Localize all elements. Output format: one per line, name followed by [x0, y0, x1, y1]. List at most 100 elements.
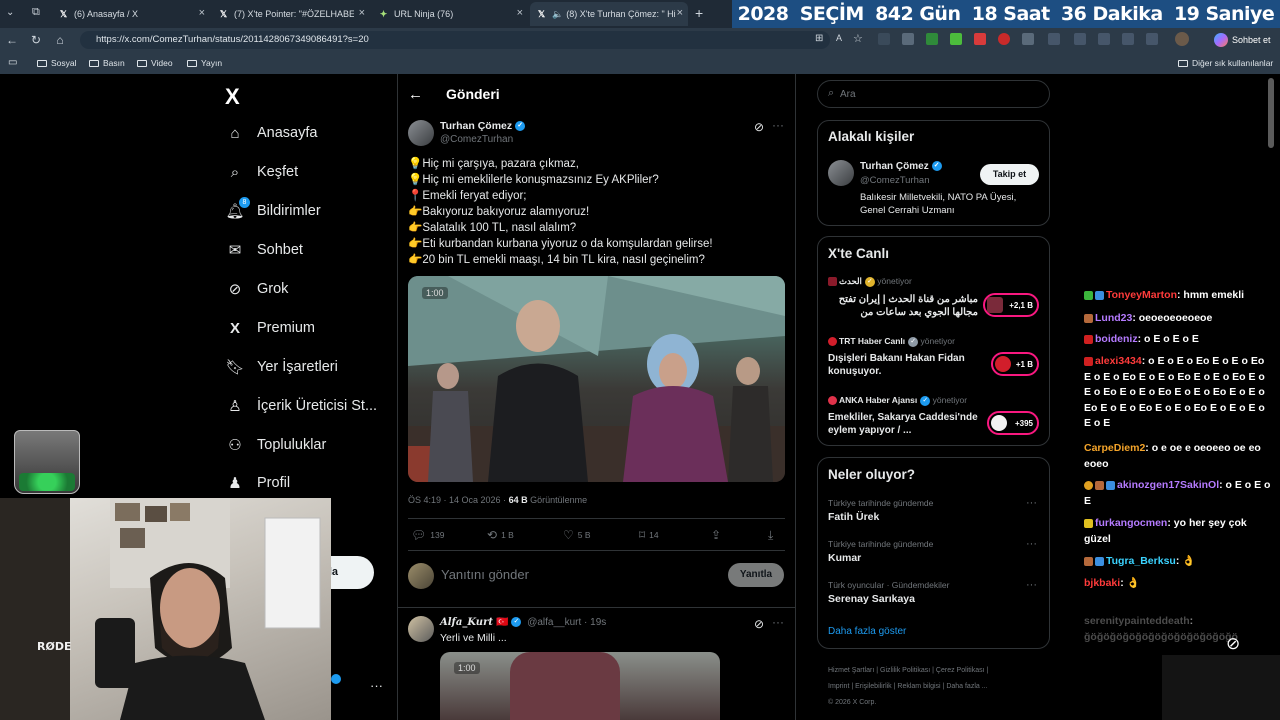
footer-link[interactable]: Hizmet Şartları: [828, 667, 874, 674]
share-button[interactable]: ⇪: [711, 528, 725, 542]
footer-link[interactable]: Erişilebilirlik: [855, 683, 892, 690]
nav-explore[interactable]: ⌕ Keşfet: [226, 163, 298, 181]
close-tab-icon[interactable]: ×: [517, 7, 523, 19]
split-screen-icon[interactable]: [1048, 33, 1060, 45]
account-more-icon[interactable]: ···: [370, 678, 383, 693]
footer-link[interactable]: Gizlilik Politikası: [880, 667, 930, 674]
url-input[interactable]: https://x.com/ComezTurhan/status/2011428…: [80, 31, 830, 49]
reply-input[interactable]: Yanıtını gönder: [441, 567, 529, 582]
author-name[interactable]: Turhan Çömez ✓: [440, 120, 526, 132]
refresh-icon[interactable]: ↻: [24, 33, 48, 47]
reply-count-button[interactable]: 💬︎ 139: [411, 528, 444, 542]
footer-link[interactable]: Reklam bilgisi: [897, 683, 940, 690]
live-host-row[interactable]: ANKA Haber Ajansı ✓ yönetiyor: [828, 395, 967, 406]
fav-yayin[interactable]: Yayın: [187, 58, 222, 68]
related-avatar[interactable]: [828, 160, 854, 186]
tab-url-ninja[interactable]: ✦ URL Ninja (76) ×: [372, 2, 528, 26]
extension-icon[interactable]: [1074, 33, 1086, 45]
extension-icon[interactable]: [950, 33, 962, 45]
nav-grok[interactable]: ⊘ Grok: [226, 280, 289, 298]
copilot-chat-button[interactable]: Sohbet et: [1214, 31, 1271, 49]
trend-more-icon[interactable]: ···: [1026, 579, 1037, 591]
extension-icon[interactable]: [878, 33, 890, 45]
extension-icon[interactable]: [974, 33, 986, 45]
extension-icon[interactable]: [1022, 33, 1034, 45]
favorite-star-icon[interactable]: ☆: [853, 32, 863, 45]
workspaces-icon[interactable]: ⧉: [32, 6, 40, 19]
live-host-row[interactable]: الحدث ✓ yönetiyor: [828, 276, 912, 287]
tab-pointer[interactable]: 𝕏(7) X'te Pointer: "#ÖZELHABER De..."×: [212, 2, 370, 26]
x-logo[interactable]: X: [225, 84, 240, 110]
nav-premium[interactable]: X Premium: [226, 319, 315, 337]
profile-avatar[interactable]: [1175, 32, 1189, 46]
trend-item[interactable]: Türk oyuncular · Gündemdekiler Serenay Sa…: [828, 580, 949, 605]
nav-creator-studio[interactable]: ♙ İçerik Üreticisi St...: [226, 397, 377, 415]
read-aloud-icon[interactable]: A: [836, 33, 842, 43]
follow-button[interactable]: Takip et: [980, 164, 1039, 185]
trend-item[interactable]: Türkiye tarihinde gündemde Kumar: [828, 539, 933, 564]
live-listeners-pill[interactable]: +395: [987, 411, 1039, 435]
live-title-text[interactable]: مباشر من قناة الحدث | إيران تفتح مجالها …: [828, 293, 978, 321]
nav-communities[interactable]: ⚇ Topluluklar: [226, 436, 326, 454]
show-more-link[interactable]: Daha fazla göster: [828, 626, 906, 637]
grok-icon[interactable]: ⊘: [754, 617, 764, 631]
extension-icon[interactable]: [1146, 33, 1158, 45]
tab-menu-icon[interactable]: ⌄: [6, 7, 14, 18]
reply-author-avatar[interactable]: [408, 616, 434, 642]
repost-count-button[interactable]: ⟲ 1 B: [487, 528, 514, 542]
extension-icon[interactable]: [926, 33, 938, 45]
more-icon[interactable]: ···: [772, 118, 784, 132]
extension-icon[interactable]: [1122, 33, 1134, 45]
related-handle[interactable]: @ComezTurhan: [860, 175, 929, 186]
grok-icon[interactable]: ⊘: [1226, 634, 1240, 654]
reader-icon[interactable]: ⊞: [815, 33, 823, 44]
footer-link[interactable]: Daha fazla ...: [946, 683, 987, 690]
more-icon[interactable]: ···: [772, 615, 784, 629]
trend-more-icon[interactable]: ···: [1026, 497, 1037, 509]
nav-bookmarks[interactable]: 🔖︎ Yer İşaretleri: [225, 358, 337, 376]
reply-author-row[interactable]: Alfa_Kurt 🇹🇷 ✓ @alfa__kurt · 19s: [440, 617, 606, 628]
like-count-button[interactable]: ♡ 5 B: [563, 528, 591, 542]
back-icon[interactable]: ←: [0, 33, 24, 47]
grok-icon[interactable]: ⊘: [754, 120, 764, 134]
close-tab-icon[interactable]: ×: [677, 7, 683, 19]
scrollbar-thumb[interactable]: [1268, 78, 1274, 148]
live-host-row[interactable]: TRT Haber Canlı ✓ yönetiyor: [828, 336, 955, 347]
search-input[interactable]: ⌕ Ara: [817, 80, 1050, 108]
nav-messages[interactable]: ✉ Sohbet: [226, 241, 303, 259]
reply-button[interactable]: Yanıtla: [728, 563, 784, 587]
extension-icon[interactable]: [902, 33, 914, 45]
fav-basin[interactable]: Basın: [89, 58, 125, 68]
related-name[interactable]: Turhan Çömez ✓: [860, 161, 942, 172]
live-title-text[interactable]: Emekliler, Sakarya Caddesi'nde eylem yap…: [828, 411, 978, 437]
fav-sosyal[interactable]: Sosyal: [37, 58, 77, 68]
favorites-icon[interactable]: [1098, 33, 1110, 45]
nav-notifications[interactable]: 🔔︎ 8 Bildirimler: [225, 197, 321, 220]
close-tab-icon[interactable]: ×: [359, 7, 365, 19]
trend-more-icon[interactable]: ···: [1026, 538, 1037, 550]
live-title-text[interactable]: Dışişleri Bakanı Hakan Fidan konuşuyor.: [828, 352, 978, 378]
bookmark-count-button[interactable]: ⌑ 14: [639, 528, 659, 542]
author-avatar[interactable]: [408, 120, 434, 146]
author-handle[interactable]: @ComezTurhan: [440, 134, 513, 145]
extension-icon[interactable]: [998, 33, 1010, 45]
reply-video[interactable]: 1:00: [440, 652, 720, 720]
live-listeners-pill[interactable]: +2,1 B: [983, 293, 1039, 317]
live-listeners-pill[interactable]: +1 B: [991, 352, 1039, 376]
footer-link[interactable]: Çerez Politikası: [936, 667, 985, 674]
post-video[interactable]: 1:00: [408, 276, 785, 482]
reading-list-icon[interactable]: ▭: [8, 57, 17, 68]
home-icon[interactable]: ⌂: [48, 33, 72, 47]
trend-item[interactable]: Türkiye tarihinde gündemde Fatih Ürek: [828, 498, 933, 523]
back-arrow-icon[interactable]: ←: [408, 86, 423, 103]
fav-video[interactable]: Video: [137, 58, 173, 68]
footer-link[interactable]: Imprint: [828, 683, 849, 690]
tab-turhan-comez[interactable]: 𝕏 🔈 (8) X'te Turhan Çömez: " Hi... ×: [530, 2, 688, 26]
close-tab-icon[interactable]: ×: [199, 7, 205, 19]
nav-home[interactable]: ⌂ Anasayfa: [226, 124, 317, 142]
nav-profile[interactable]: ♟ Profil: [226, 474, 290, 492]
download-button[interactable]: ⤓: [768, 528, 777, 543]
speaker-icon[interactable]: 🔈: [552, 9, 563, 20]
fav-other[interactable]: Diğer sık kullanılanlar: [1178, 58, 1273, 68]
new-tab-icon[interactable]: +: [695, 5, 703, 21]
